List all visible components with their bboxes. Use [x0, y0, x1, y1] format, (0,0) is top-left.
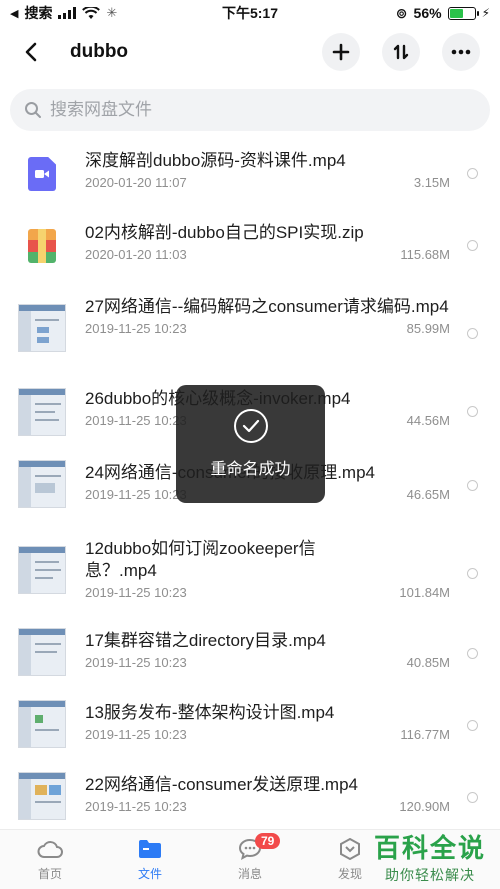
status-bar: ◀ 搜索 ✳ 下午5:17 ⊚ 56% ⚡: [0, 0, 500, 26]
carrier-label: 搜索: [24, 5, 53, 21]
file-date: 2019-11-25 10:23: [85, 799, 187, 814]
file-date: 2020-01-20 11:07: [85, 175, 187, 190]
select-radio[interactable]: [467, 168, 478, 179]
file-name: 22网络通信-consumer发送原理.mp4: [85, 775, 359, 794]
charging-icon: ⚡: [481, 6, 490, 20]
back-to-app-arrow-icon[interactable]: ◀: [10, 7, 18, 20]
plus-icon: [332, 43, 350, 61]
search-icon: [25, 102, 41, 118]
file-size: 115.68M: [400, 247, 450, 262]
more-dots-icon: [451, 49, 471, 55]
watermark: 百科全说 助你轻松解决: [374, 828, 486, 885]
file-name: 13服务发布-整体架构设计图.mp4: [85, 703, 335, 722]
select-radio[interactable]: [467, 240, 478, 251]
sort-icon: [393, 44, 409, 60]
file-size: 3.15M: [413, 175, 450, 190]
select-radio[interactable]: [467, 648, 478, 659]
select-radio[interactable]: [467, 720, 478, 731]
video-thumbnail: [18, 388, 66, 436]
select-radio[interactable]: [467, 480, 478, 491]
checkmark-icon: [233, 409, 268, 443]
header: dubbo: [0, 26, 500, 78]
discover-icon: [337, 837, 363, 861]
search-bar[interactable]: [10, 89, 490, 131]
watermark-title: 百科全说: [373, 833, 486, 863]
video-thumbnail: [18, 546, 66, 594]
select-radio[interactable]: [467, 328, 478, 339]
tab-label: 首页: [37, 867, 62, 881]
file-size: 46.65M: [406, 487, 450, 502]
search-input[interactable]: [50, 100, 450, 120]
back-button[interactable]: [16, 37, 46, 67]
video-thumbnail: [18, 460, 66, 508]
file-item[interactable]: 02内核解剖-dubbo自己的SPI实现.zip 2020-01-20 11:0…: [0, 212, 500, 282]
tab-label: 文件: [137, 867, 162, 881]
wifi-icon: [82, 6, 101, 19]
file-item[interactable]: 17集群容错之directory目录.mp4 2019-11-25 10:23 4…: [0, 626, 500, 696]
zip-file-icon: [18, 222, 66, 270]
file-name: 02内核解剖-dubbo自己的SPI实现.zip: [85, 223, 364, 242]
file-date: 2019-11-25 10:23: [85, 655, 187, 670]
signal-icon: [58, 7, 77, 19]
video-thumbnail: [18, 700, 66, 748]
folder-icon: [137, 837, 163, 861]
file-item[interactable]: 27网络通信--编码解码之consumer请求编码.mp4 2019-11-25…: [0, 292, 500, 372]
file-date: 2019-11-25 10:23: [85, 727, 187, 742]
video-file-icon: [18, 150, 66, 198]
file-item[interactable]: 深度解剖dubbo源码-资料课件.mp4 2020-01-20 11:07 3.1…: [0, 140, 500, 210]
toast: 重命名成功: [176, 385, 325, 503]
file-size: 44.56M: [406, 413, 450, 428]
file-size: 101.84M: [399, 585, 450, 600]
file-name: 17集群容错之directory目录.mp4: [85, 631, 326, 650]
watermark-subtitle: 助你轻松解决: [384, 867, 475, 883]
toast-message: 重命名成功: [210, 461, 291, 478]
select-radio[interactable]: [467, 406, 478, 417]
file-name: 12dubbo如何订阅zookeeper信息？.mp4: [85, 539, 316, 580]
more-button[interactable]: [442, 33, 480, 71]
file-name: 深度解剖dubbo源码-资料课件.mp4: [85, 151, 346, 170]
file-date: 2020-01-20 11:03: [85, 247, 187, 262]
sort-button[interactable]: [382, 33, 420, 71]
cloud-icon: [37, 837, 63, 861]
file-item[interactable]: 12dubbo如何订阅zookeeper信息？.mp4 2019-11-25 1…: [0, 534, 500, 616]
tab-files[interactable]: 文件: [100, 830, 200, 889]
video-thumbnail: [18, 772, 66, 820]
tab-messages[interactable]: 消息 79: [200, 830, 300, 889]
file-size: 120.90M: [399, 799, 450, 814]
loading-icon: ✳: [106, 5, 118, 20]
message-badge: 79: [255, 833, 281, 849]
file-date: 2019-11-25 10:23: [85, 321, 187, 336]
tab-label: 消息: [237, 867, 262, 881]
select-radio[interactable]: [467, 792, 478, 803]
battery-percent: 56%: [413, 5, 442, 21]
file-date: 2019-11-25 10:23: [85, 585, 187, 600]
file-name: 27网络通信--编码解码之consumer请求编码.mp4: [85, 297, 449, 316]
file-item[interactable]: 13服务发布-整体架构设计图.mp4 2019-11-25 10:23 116.7…: [0, 698, 500, 768]
file-date: 2019-11-25 10:23: [85, 413, 187, 428]
orientation-lock-icon: ⊚: [395, 4, 408, 21]
page-title: dubbo: [70, 41, 129, 62]
file-date: 2019-11-25 10:23: [85, 487, 187, 502]
add-button[interactable]: [322, 33, 360, 71]
chevron-left-icon: [25, 42, 37, 62]
file-size: 40.85M: [406, 655, 450, 670]
tab-home[interactable]: 首页: [0, 830, 100, 889]
select-radio[interactable]: [467, 568, 478, 579]
video-thumbnail: [18, 304, 66, 352]
file-size: 85.99M: [406, 321, 450, 336]
tab-label: 发现: [337, 867, 362, 881]
video-thumbnail: [18, 628, 66, 676]
file-size: 116.77M: [400, 727, 450, 742]
battery-icon: [447, 6, 479, 20]
